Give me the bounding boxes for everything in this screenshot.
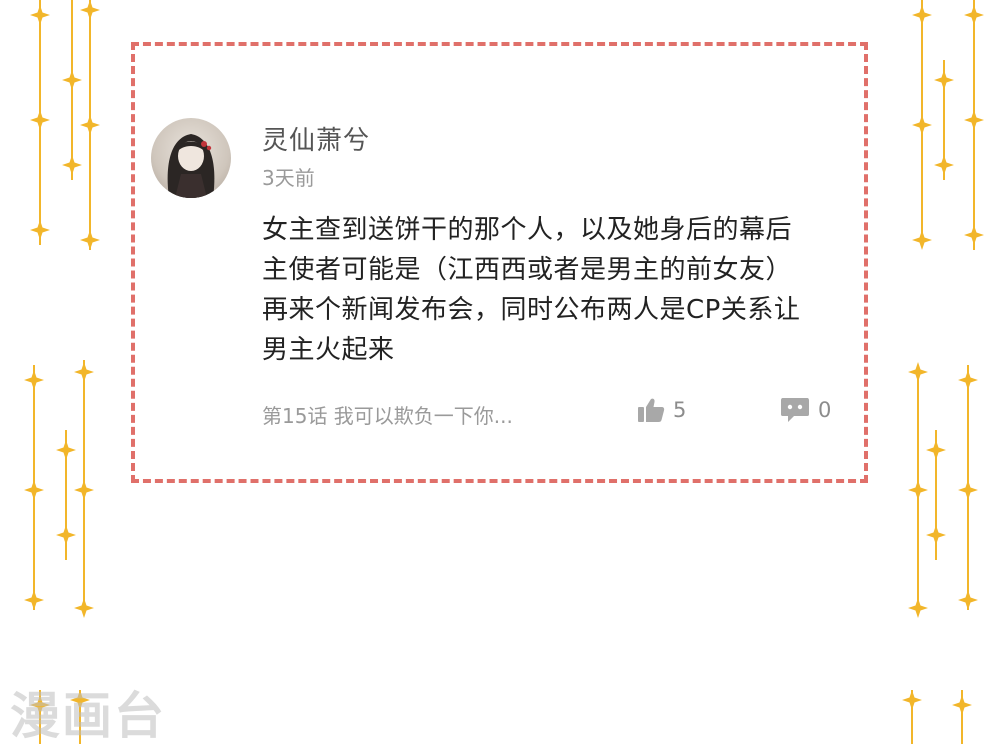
avatar[interactable] [151, 118, 231, 198]
avatar-portrait-icon [167, 134, 215, 198]
post-time: 3天前 [262, 166, 315, 190]
like-count: 5 [673, 398, 687, 422]
chapter-link[interactable]: 第15话 我可以欺负一下你... [262, 400, 513, 429]
comment-line: 男主火起来 [262, 335, 395, 365]
comment-line: 女主查到送饼干的那个人，以及她身后的幕后 [262, 215, 793, 245]
username[interactable]: 灵仙萧兮 [262, 120, 370, 157]
watermark-logo: 漫画台 [10, 687, 166, 745]
speech-bubble-icon [781, 398, 809, 422]
comment-text: 女主查到送饼干的那个人，以及她身后的幕后 主使者可能是（江西西或者是男主的前女友… [262, 210, 862, 370]
comment-card: 灵仙萧兮 3天前 女主查到送饼干的那个人，以及她身后的幕后 主使者可能是（江西西… [131, 42, 868, 483]
reply-button[interactable]: 0 [780, 397, 831, 423]
thumbs-up-icon [638, 398, 665, 422]
like-button[interactable]: 5 [637, 397, 686, 423]
reply-count: 0 [818, 398, 832, 422]
comment-line: 主使者可能是（江西西或者是男主的前女友） [262, 255, 793, 285]
comment-line: 再来个新闻发布会，同时公布两人是CP关系让 [262, 295, 801, 325]
